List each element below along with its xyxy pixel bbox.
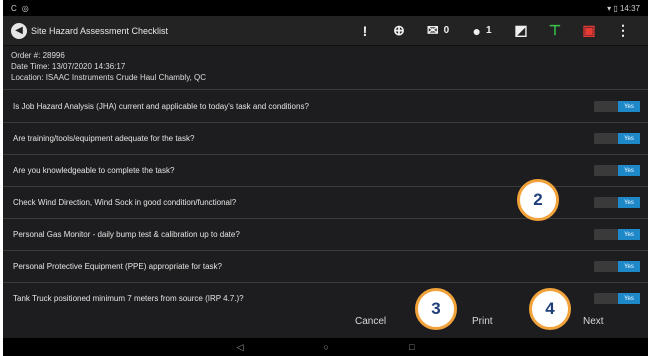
status-bar: C ◎ ▾ ▯ 14:37 (3, 0, 648, 16)
question-text: Check Wind Direction, Wind Sock in good … (13, 198, 237, 207)
android-nav-bar: ◁ ○ □ (3, 338, 648, 356)
checklist-row: Are you knowledgeable to complete the ta… (3, 155, 648, 187)
order-info: Order #: 28996 Date Time: 13/07/2020 14:… (3, 46, 648, 90)
alert-icon[interactable]: ! (348, 16, 382, 46)
order-number: Order #: 28996 (11, 51, 65, 60)
checklist-row: Personal Gas Monitor - daily bump test &… (3, 219, 648, 251)
question-text: Personal Protective Equipment (PPE) appr… (13, 262, 222, 271)
next-button[interactable]: Next (583, 316, 604, 327)
yes-toggle[interactable]: Yes (594, 165, 640, 176)
user-icon[interactable]: ● 1 (460, 16, 504, 46)
edit-icon[interactable]: ◩ (504, 16, 538, 46)
add-location-icon[interactable]: ⊕ (382, 16, 416, 46)
order-datetime: Date Time: 13/07/2020 14:36:17 (11, 62, 126, 71)
nav-recents-icon[interactable]: □ (409, 342, 414, 352)
nav-back-icon[interactable]: ◁ (237, 342, 244, 353)
page-title: Site Hazard Assessment Checklist (31, 25, 169, 36)
checklist-row: Is Job Hazard Analysis (JHA) current and… (3, 91, 648, 123)
mail-count: 0 (443, 25, 450, 36)
question-text: Are training/tools/equipment adequate fo… (13, 134, 195, 143)
network-icon[interactable]: ⊤ (538, 16, 572, 46)
user-count: 1 (485, 25, 492, 36)
question-text: Personal Gas Monitor - daily bump test &… (13, 230, 240, 239)
yes-toggle[interactable]: Yes (594, 101, 640, 112)
status-clock: ▾ ▯ 14:37 (607, 3, 640, 13)
checklist-row: Personal Protective Equipment (PPE) appr… (3, 251, 648, 283)
yes-toggle[interactable]: Yes (594, 293, 640, 304)
truck-icon[interactable]: ▣ (572, 16, 606, 46)
question-text: Is Job Hazard Analysis (JHA) current and… (13, 102, 309, 111)
yes-toggle[interactable]: Yes (594, 229, 640, 240)
print-button[interactable]: Print (472, 316, 493, 327)
app-header: ◀ Site Hazard Assessment Checklist ! ⊕ ✉… (3, 16, 648, 46)
callout-badge-3: 3 (415, 288, 457, 330)
app-logo-back-button[interactable]: ◀ (11, 22, 27, 39)
mail-icon[interactable]: ✉ 0 (416, 16, 460, 46)
callout-badge-4: 4 (529, 288, 571, 330)
status-sync-icon: ◎ (21, 3, 29, 13)
yes-toggle[interactable]: Yes (594, 261, 640, 272)
order-location: Location: ISAAC Instruments Crude Haul C… (11, 73, 207, 82)
yes-toggle[interactable]: Yes (594, 197, 640, 208)
callout-badge-2: 2 (517, 179, 559, 221)
question-text: Tank Truck positioned minimum 7 meters f… (13, 294, 244, 303)
nav-home-icon[interactable]: ○ (324, 342, 329, 352)
cancel-button[interactable]: Cancel (355, 316, 386, 327)
yes-toggle[interactable]: Yes (594, 133, 640, 144)
more-icon[interactable]: ⋮ (606, 16, 640, 46)
checklist-row: Are training/tools/equipment adequate fo… (3, 123, 648, 155)
status-c-icon: C (11, 3, 17, 13)
question-text: Are you knowledgeable to complete the ta… (13, 166, 175, 175)
